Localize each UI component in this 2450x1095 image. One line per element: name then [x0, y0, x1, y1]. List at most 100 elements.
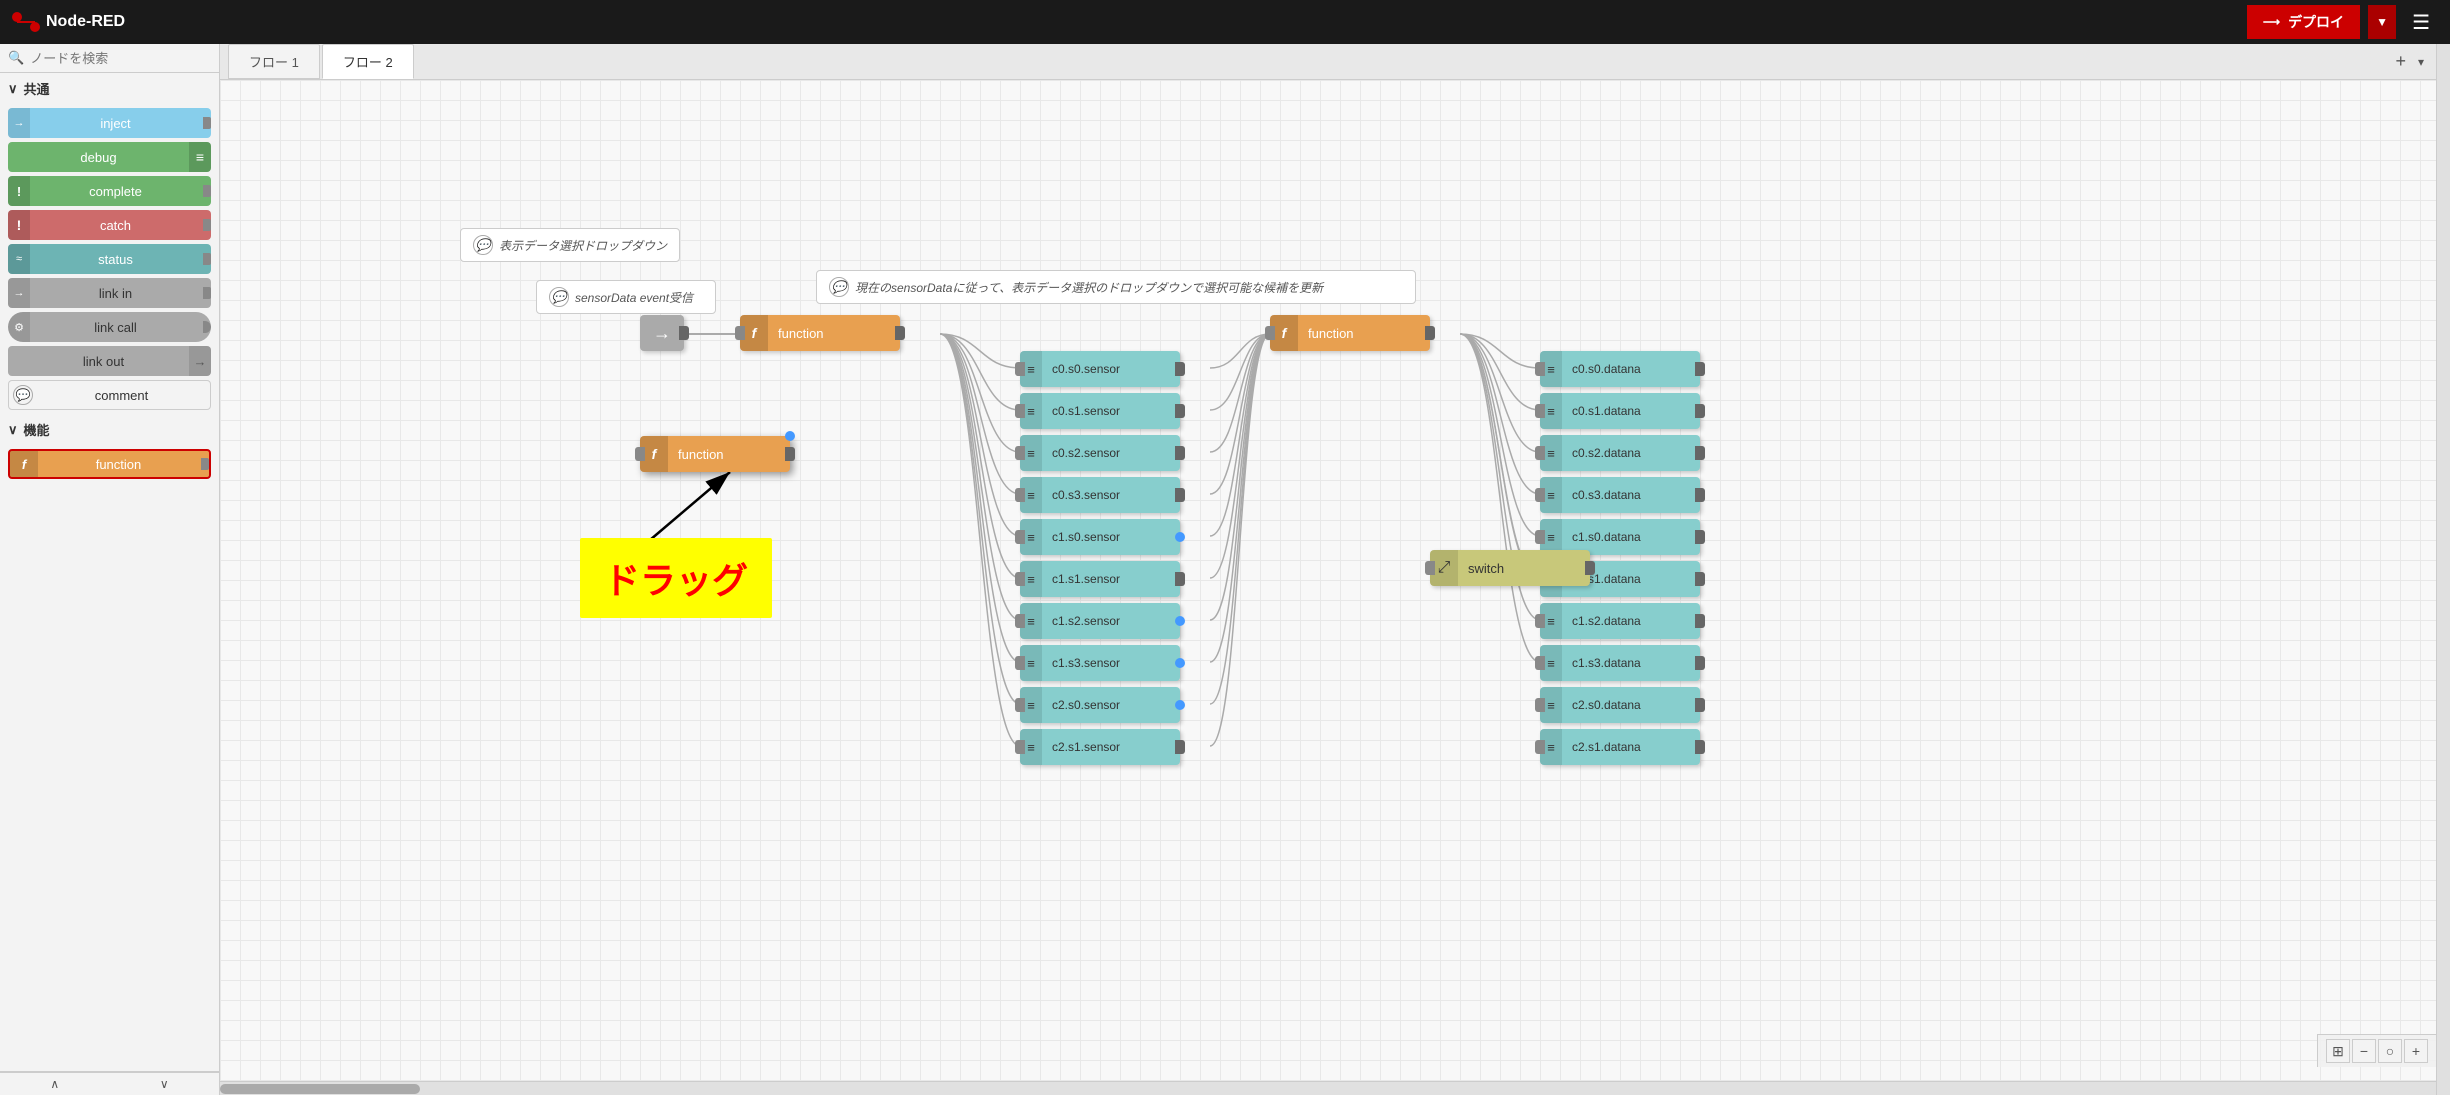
comment-label: comment — [33, 388, 210, 403]
sensor-c0s2-label: c0.s2.sensor — [1042, 446, 1180, 460]
function-sidebar-icon: f — [10, 449, 38, 479]
data-c1s0-port-right — [1695, 530, 1705, 544]
tool-grid-button[interactable]: ⊞ — [2326, 1039, 2350, 1063]
function-node-floating[interactable]: f function — [640, 436, 790, 472]
tab-dropdown-button[interactable]: ▾ — [2414, 55, 2428, 69]
debug-icon: ≡ — [189, 142, 211, 172]
deploy-dropdown-button[interactable]: ▼ — [2368, 5, 2396, 39]
tab-flow1[interactable]: フロー 1 — [228, 44, 320, 79]
tab-add-button[interactable]: + — [2387, 51, 2414, 72]
data-c2s1-label: c2.s1.datana — [1562, 740, 1700, 754]
inject-icon: → — [8, 108, 30, 138]
tab-flow1-label: フロー 1 — [249, 52, 299, 71]
sidebar-scroll-down-button[interactable]: ∨ — [110, 1073, 220, 1095]
sidebar-item-linkcall[interactable]: ⚙ link call — [8, 312, 211, 342]
function-floating-port-right — [785, 447, 795, 461]
sidebar-item-catch[interactable]: ! catch — [8, 210, 211, 240]
data-c1s2-port-left — [1535, 614, 1545, 628]
data-c0s2[interactable]: ≡ c0.s2.datana — [1540, 435, 1700, 471]
sensor-c0s3-label: c0.s3.sensor — [1042, 488, 1180, 502]
sensor-c1s3-port-right — [1175, 658, 1185, 668]
horizontal-scrollbar[interactable] — [220, 1081, 2436, 1095]
sensor-c0s1-label: c0.s1.sensor — [1042, 404, 1180, 418]
sidebar-item-status[interactable]: ≈ status — [8, 244, 211, 274]
sensor-c2s0[interactable]: ≡ c2.s0.sensor — [1020, 687, 1180, 723]
data-c1s0-label: c1.s0.datana — [1562, 530, 1700, 544]
sidebar-item-debug[interactable]: debug ≡ — [8, 142, 211, 172]
sidebar-nodes-function: f function — [0, 445, 219, 483]
drag-annotation: ドラッグ — [580, 538, 772, 618]
function2-port-left — [1265, 326, 1275, 340]
main-container: 🔍 ∨ 共通 → inject debug ≡ ! — [0, 44, 2450, 1095]
tool-reset-button[interactable]: ○ — [2378, 1039, 2402, 1063]
menu-button[interactable]: ☰ — [2404, 6, 2438, 39]
tool-zoom-in-button[interactable]: + — [2404, 1039, 2428, 1063]
sidebar-item-inject[interactable]: → inject — [8, 108, 211, 138]
function2-port-right — [1425, 326, 1435, 340]
data-c0s2-label: c0.s2.datana — [1562, 446, 1700, 460]
sensor-c1s1[interactable]: ≡ c1.s1.sensor — [1020, 561, 1180, 597]
deploy-dropdown-icon: ▼ — [2376, 15, 2388, 29]
function-node-2[interactable]: f function — [1270, 315, 1430, 351]
hamburger-icon: ☰ — [2412, 12, 2430, 34]
sensor-c2s1[interactable]: ≡ c2.s1.sensor — [1020, 729, 1180, 765]
drag-label-text: ドラッグ — [604, 560, 748, 601]
h-scrollbar-thumb[interactable] — [220, 1084, 420, 1094]
sidebar-item-linkin[interactable]: → link in — [8, 278, 211, 308]
vertical-scrollbar[interactable] — [2436, 44, 2450, 1095]
sensor-c0s3-port-left — [1015, 488, 1025, 502]
sensor-c1s1-port-left — [1015, 572, 1025, 586]
data-c0s0-label: c0.s0.datana — [1562, 362, 1700, 376]
linkin-port-right — [203, 287, 211, 299]
function-node-1[interactable]: f function — [740, 315, 900, 351]
status-port-right — [203, 253, 211, 265]
search-input[interactable] — [30, 51, 211, 66]
data-c2s1-port-left — [1535, 740, 1545, 754]
data-c0s3[interactable]: ≡ c0.s3.datana — [1540, 477, 1700, 513]
comment-display-label: 表示データ選択ドロップダウン — [499, 237, 667, 254]
linkout-label: link out — [18, 354, 189, 369]
sensor-c0s0[interactable]: ≡ c0.s0.sensor — [1020, 351, 1180, 387]
sensor-c2s0-label: c2.s0.sensor — [1042, 698, 1180, 712]
complete-icon: ! — [8, 176, 30, 206]
app-title: Node-RED — [46, 13, 125, 31]
sensor-c0s2[interactable]: ≡ c0.s2.sensor — [1020, 435, 1180, 471]
sensor-c0s1[interactable]: ≡ c0.s1.sensor — [1020, 393, 1180, 429]
data-c2s0[interactable]: ≡ c2.s0.datana — [1540, 687, 1700, 723]
data-c0s0-port-left — [1535, 362, 1545, 376]
sidebar-item-comment[interactable]: 💬 comment — [8, 380, 211, 410]
data-c2s1[interactable]: ≡ c2.s1.datana — [1540, 729, 1700, 765]
function2-label: function — [1298, 326, 1430, 341]
sensor-c0s0-port-right — [1175, 362, 1185, 376]
sensor-c1s0[interactable]: ≡ c1.s0.sensor — [1020, 519, 1180, 555]
sensor-c1s3[interactable]: ≡ c1.s3.sensor — [1020, 645, 1180, 681]
data-c1s3[interactable]: ≡ c1.s3.datana — [1540, 645, 1700, 681]
switch-node[interactable]: ⤢ switch — [1430, 550, 1590, 586]
deploy-button[interactable]: ⟶ デプロイ — [2247, 5, 2360, 39]
trigger-node[interactable]: → — [640, 315, 684, 351]
sidebar-scroll-up-button[interactable]: ∧ — [0, 1073, 110, 1095]
sidebar: 🔍 ∨ 共通 → inject debug ≡ ! — [0, 44, 220, 1095]
sidebar-item-function[interactable]: f function — [8, 449, 211, 479]
data-c1s0-port-left — [1535, 530, 1545, 544]
data-c2s0-port-right — [1695, 698, 1705, 712]
sensor-c0s3[interactable]: ≡ c0.s3.sensor — [1020, 477, 1180, 513]
sensor-c1s2-label: c1.s2.sensor — [1042, 614, 1180, 628]
sensor-c1s2[interactable]: ≡ c1.s2.sensor — [1020, 603, 1180, 639]
data-c0s1[interactable]: ≡ c0.s1.datana — [1540, 393, 1700, 429]
sidebar-nodes-common: → inject debug ≡ ! complete ! catch — [0, 104, 219, 414]
section-header-function[interactable]: ∨ 機能 — [0, 414, 219, 445]
tool-zoom-out-button[interactable]: − — [2352, 1039, 2376, 1063]
section-header-common[interactable]: ∨ 共通 — [0, 73, 219, 104]
data-c0s0[interactable]: ≡ c0.s0.datana — [1540, 351, 1700, 387]
data-c1s2[interactable]: ≡ c1.s2.datana — [1540, 603, 1700, 639]
tab-flow2[interactable]: フロー 2 — [322, 44, 414, 79]
sidebar-item-linkout[interactable]: link out → — [8, 346, 211, 376]
sidebar-item-complete[interactable]: ! complete — [8, 176, 211, 206]
function-floating-blue-dot — [785, 431, 795, 441]
data-c1s3-port-right — [1695, 656, 1705, 670]
section-chevron-common: ∨ — [8, 81, 18, 97]
function-floating-label: function — [668, 447, 790, 462]
sensor-c0s2-port-right — [1175, 446, 1185, 460]
sensor-c0s2-port-left — [1015, 446, 1025, 460]
